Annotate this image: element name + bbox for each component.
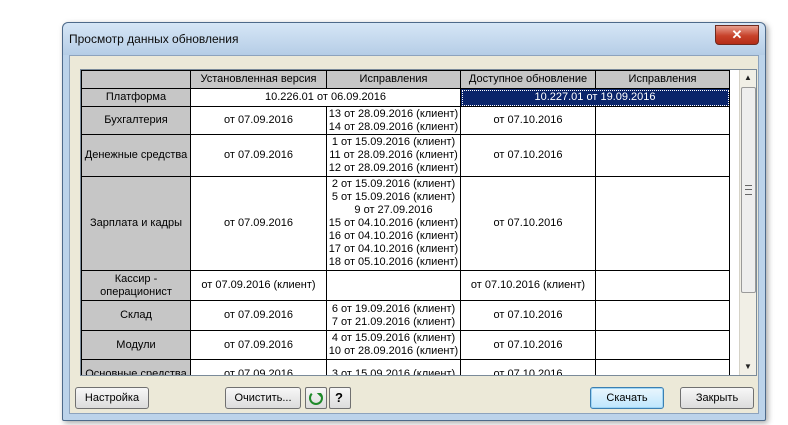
- help-icon: ?: [335, 390, 343, 405]
- row-name: Бухгалтерия: [81, 106, 191, 135]
- table-row[interactable]: Зарплата и кадры от 07.09.2016 2 от 15.0…: [81, 176, 730, 271]
- available-cell[interactable]: от 07.10.2016 (клиент): [460, 270, 596, 301]
- row-name: Модули: [81, 330, 191, 360]
- avail-fixes-cell[interactable]: [595, 134, 730, 177]
- installed-cell[interactable]: от 07.09.2016 (клиент): [190, 270, 327, 301]
- available-cell[interactable]: от 07.10.2016: [460, 330, 596, 360]
- grip-icon: [745, 185, 752, 195]
- help-button[interactable]: ?: [329, 387, 351, 409]
- fixes-cell[interactable]: 3 от 15.09.2016 (клиент): [326, 359, 461, 376]
- fix-line: 7 от 21.09.2016 (клиент): [331, 315, 456, 328]
- col-header-fixes[interactable]: Исправления: [326, 70, 461, 89]
- platform-installed[interactable]: 10.226.01 от 06.09.2016: [190, 88, 461, 107]
- avail-fixes-cell[interactable]: [595, 176, 730, 271]
- window-title: Просмотр данных обновления: [69, 32, 239, 46]
- fix-line: 12 от 28.09.2016 (клиент): [328, 162, 459, 174]
- installed-cell[interactable]: от 07.09.2016: [190, 330, 327, 360]
- col-header-installed[interactable]: Установленная версия: [190, 70, 327, 89]
- table-row[interactable]: Склад от 07.09.2016 6 от 19.09.2016 (кли…: [81, 300, 730, 331]
- fix-line: 17 от 04.10.2016 (клиент): [328, 243, 459, 255]
- scroll-up-arrow-icon[interactable]: ▲: [740, 70, 756, 86]
- update-table: Установленная версия Исправления Доступн…: [81, 70, 730, 376]
- row-name: Кассир - операционист: [81, 270, 191, 301]
- row-name: Зарплата и кадры: [81, 176, 191, 271]
- dialog-body: Установленная версия Исправления Доступн…: [69, 55, 759, 414]
- close-button[interactable]: Закрыть: [680, 387, 754, 409]
- refresh-button[interactable]: [305, 387, 327, 409]
- table-row[interactable]: Бухгалтерия от 07.09.2016 13 от 28.09.20…: [81, 106, 730, 135]
- download-button[interactable]: Скачать: [590, 387, 664, 409]
- installed-cell[interactable]: от 07.09.2016: [190, 300, 327, 331]
- vertical-scrollbar[interactable]: ▲ ▼: [739, 70, 756, 375]
- scroll-down-arrow-icon[interactable]: ▼: [740, 359, 756, 375]
- fix-line: 5 от 15.09.2016 (клиент): [331, 191, 456, 203]
- row-name: Платформа: [81, 88, 191, 107]
- fix-line: 10 от 28.09.2016 (клиент): [328, 345, 459, 357]
- installed-cell[interactable]: от 07.09.2016: [190, 176, 327, 271]
- fix-line: 13 от 28.09.2016 (клиент): [328, 107, 459, 120]
- update-data-window: Просмотр данных обновления ✕ Установленн…: [62, 22, 766, 421]
- row-name: Денежные средства: [81, 134, 191, 177]
- row-name: Основные средства: [81, 359, 191, 375]
- col-header-name[interactable]: [81, 70, 191, 89]
- fix-line: 1 от 15.09.2016 (клиент): [331, 136, 456, 148]
- fix-line: 14 от 28.09.2016 (клиент): [328, 120, 459, 133]
- fixes-cell[interactable]: 2 от 15.09.2016 (клиент) 5 от 15.09.2016…: [326, 176, 461, 271]
- avail-fixes-cell[interactable]: [595, 270, 730, 301]
- fix-line: 3 от 15.09.2016 (клиент): [331, 368, 456, 376]
- fix-line: 15 от 04.10.2016 (клиент): [328, 217, 459, 229]
- fixes-cell[interactable]: 6 от 19.09.2016 (клиент) 7 от 21.09.2016…: [326, 300, 461, 331]
- fix-line: 11 от 28.09.2016 (клиент): [329, 149, 458, 161]
- fix-line: 18 от 05.10.2016 (клиент): [328, 256, 459, 268]
- update-grid[interactable]: Установленная версия Исправления Доступн…: [80, 69, 757, 376]
- settings-button[interactable]: Настройка: [75, 387, 149, 409]
- row-name: Склад: [81, 300, 191, 331]
- fixes-cell[interactable]: 1 от 15.09.2016 (клиент) 11 от 28.09.201…: [326, 134, 461, 177]
- refresh-icon: [309, 391, 323, 405]
- table-row[interactable]: Основные средства от 07.09.2016 3 от 15.…: [81, 359, 730, 376]
- table-row[interactable]: Кассир - операционист от 07.09.2016 (кли…: [81, 270, 730, 301]
- fixes-cell[interactable]: 4 от 15.09.2016 (клиент) 10 от 28.09.201…: [326, 330, 461, 360]
- avail-fixes-cell[interactable]: [595, 106, 730, 135]
- fixes-cell[interactable]: 13 от 28.09.2016 (клиент) 14 от 28.09.20…: [326, 106, 461, 135]
- clear-button[interactable]: Очистить...: [225, 387, 301, 409]
- scroll-thumb[interactable]: [741, 87, 756, 293]
- available-cell[interactable]: от 07.10.2016: [460, 106, 596, 135]
- table-row[interactable]: Денежные средства от 07.09.2016 1 от 15.…: [81, 134, 730, 177]
- fix-line: 4 от 15.09.2016 (клиент): [331, 332, 456, 344]
- table-row[interactable]: Платформа 10.226.01 от 06.09.2016 10.227…: [81, 88, 730, 107]
- table-row[interactable]: Модули от 07.09.2016 4 от 15.09.2016 (кл…: [81, 330, 730, 360]
- installed-cell[interactable]: от 07.09.2016: [190, 359, 327, 375]
- installed-cell[interactable]: от 07.09.2016: [190, 106, 327, 135]
- avail-fixes-cell[interactable]: [595, 300, 730, 331]
- available-cell[interactable]: от 07.10.2016: [460, 176, 596, 271]
- fix-line: 9 от 27.09.2016: [354, 204, 433, 216]
- avail-fixes-cell[interactable]: [595, 359, 730, 375]
- platform-available[interactable]: 10.227.01 от 19.09.2016: [460, 88, 730, 107]
- fix-line: 2 от 15.09.2016 (клиент): [331, 178, 456, 190]
- available-cell[interactable]: от 07.10.2016: [460, 359, 596, 375]
- fix-line: 6 от 19.09.2016 (клиент): [331, 302, 456, 315]
- fixes-cell[interactable]: [326, 270, 461, 301]
- available-cell[interactable]: от 07.10.2016: [460, 134, 596, 177]
- col-header-available[interactable]: Доступное обновление: [460, 70, 596, 89]
- col-header-avail-fixes[interactable]: Исправления: [595, 70, 730, 89]
- available-cell[interactable]: от 07.10.2016: [460, 300, 596, 331]
- close-icon[interactable]: ✕: [715, 25, 759, 45]
- avail-fixes-cell[interactable]: [595, 330, 730, 360]
- installed-cell[interactable]: от 07.09.2016: [190, 134, 327, 177]
- table-header-row: Установленная версия Исправления Доступн…: [81, 70, 730, 89]
- fix-line: 16 от 04.10.2016 (клиент): [328, 230, 459, 242]
- title-bar[interactable]: Просмотр данных обновления ✕: [63, 23, 765, 55]
